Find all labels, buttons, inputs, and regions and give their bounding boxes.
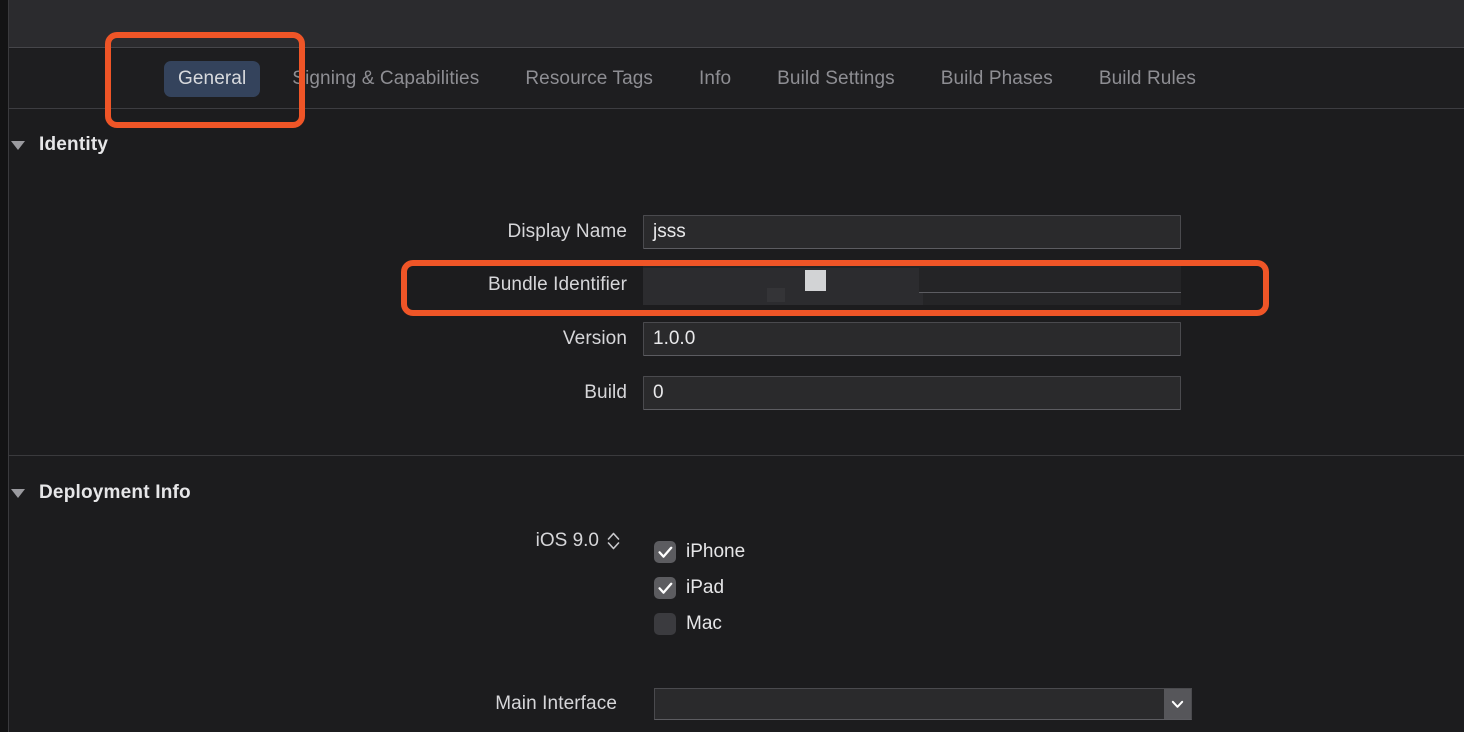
tab-build-phases[interactable]: Build Phases (927, 61, 1067, 97)
tab-general[interactable]: General (164, 60, 261, 97)
stepper-up-down-icon[interactable] (607, 532, 620, 550)
device-label-mac: Mac (686, 613, 722, 634)
left-panel-divider (8, 0, 9, 732)
redaction-block-right (919, 268, 1181, 292)
main-interface-combobox[interactable] (654, 688, 1192, 720)
form-row-build: Build 0 (9, 376, 1464, 410)
label-version: Version (562, 328, 627, 349)
form-row-version: Version 1.0.0 (9, 322, 1464, 356)
section-header-identity[interactable]: Identity (9, 134, 108, 156)
toolbar-strip (9, 0, 1464, 48)
xcode-project-editor: General Signing & Capabilities Resource … (0, 0, 1464, 732)
device-checkbox-iphone[interactable]: iPhone (654, 541, 745, 563)
build-input[interactable]: 0 (643, 376, 1181, 410)
editor-content: Identity Display Name jsss Bundle Identi… (9, 110, 1464, 732)
section-title-identity: Identity (39, 134, 109, 155)
redaction-block-light (805, 270, 826, 291)
checkbox-unchecked-icon[interactable] (654, 613, 676, 635)
tab-signing-capabilities[interactable]: Signing & Capabilities (278, 61, 493, 97)
bundle-identifier-input[interactable] (643, 265, 1181, 305)
tab-resource-tags[interactable]: Resource Tags (511, 61, 667, 97)
redaction-block-dark (767, 288, 785, 302)
tab-info[interactable]: Info (685, 61, 745, 97)
display-name-input[interactable]: jsss (643, 215, 1181, 249)
section-header-deployment-info[interactable]: Deployment Info (9, 482, 191, 504)
triangle-down-icon[interactable] (11, 488, 25, 498)
device-checkbox-mac[interactable]: Mac (654, 613, 722, 635)
field-underline (919, 292, 1181, 293)
deployment-target-value[interactable]: iOS 9.0 (389, 530, 599, 552)
checkbox-checked-icon[interactable] (654, 541, 676, 563)
chevron-down-icon[interactable] (1164, 689, 1191, 719)
triangle-down-icon[interactable] (11, 140, 25, 150)
device-checkbox-ipad[interactable]: iPad (654, 577, 724, 599)
label-build: Build (584, 382, 627, 403)
form-row-display-name: Display Name jsss (9, 215, 1464, 249)
left-panel-gutter (0, 0, 8, 732)
project-editor-tab-bar: General Signing & Capabilities Resource … (9, 49, 1464, 109)
device-label-ipad: iPad (686, 577, 725, 598)
form-row-main-interface: Main Interface (9, 687, 1464, 721)
version-input[interactable]: 1.0.0 (643, 322, 1181, 356)
section-title-deployment-info: Deployment Info (39, 482, 191, 503)
device-label-iphone: iPhone (686, 541, 746, 562)
label-main-interface: Main Interface (495, 693, 617, 714)
label-display-name: Display Name (507, 221, 627, 242)
tab-build-settings[interactable]: Build Settings (763, 61, 909, 97)
label-bundle-identifier: Bundle Identifier (487, 274, 627, 295)
checkbox-checked-icon[interactable] (654, 577, 676, 599)
form-row-bundle-identifier: Bundle Identifier (9, 265, 1464, 305)
tab-build-rules[interactable]: Build Rules (1085, 61, 1210, 97)
section-divider (9, 455, 1464, 456)
